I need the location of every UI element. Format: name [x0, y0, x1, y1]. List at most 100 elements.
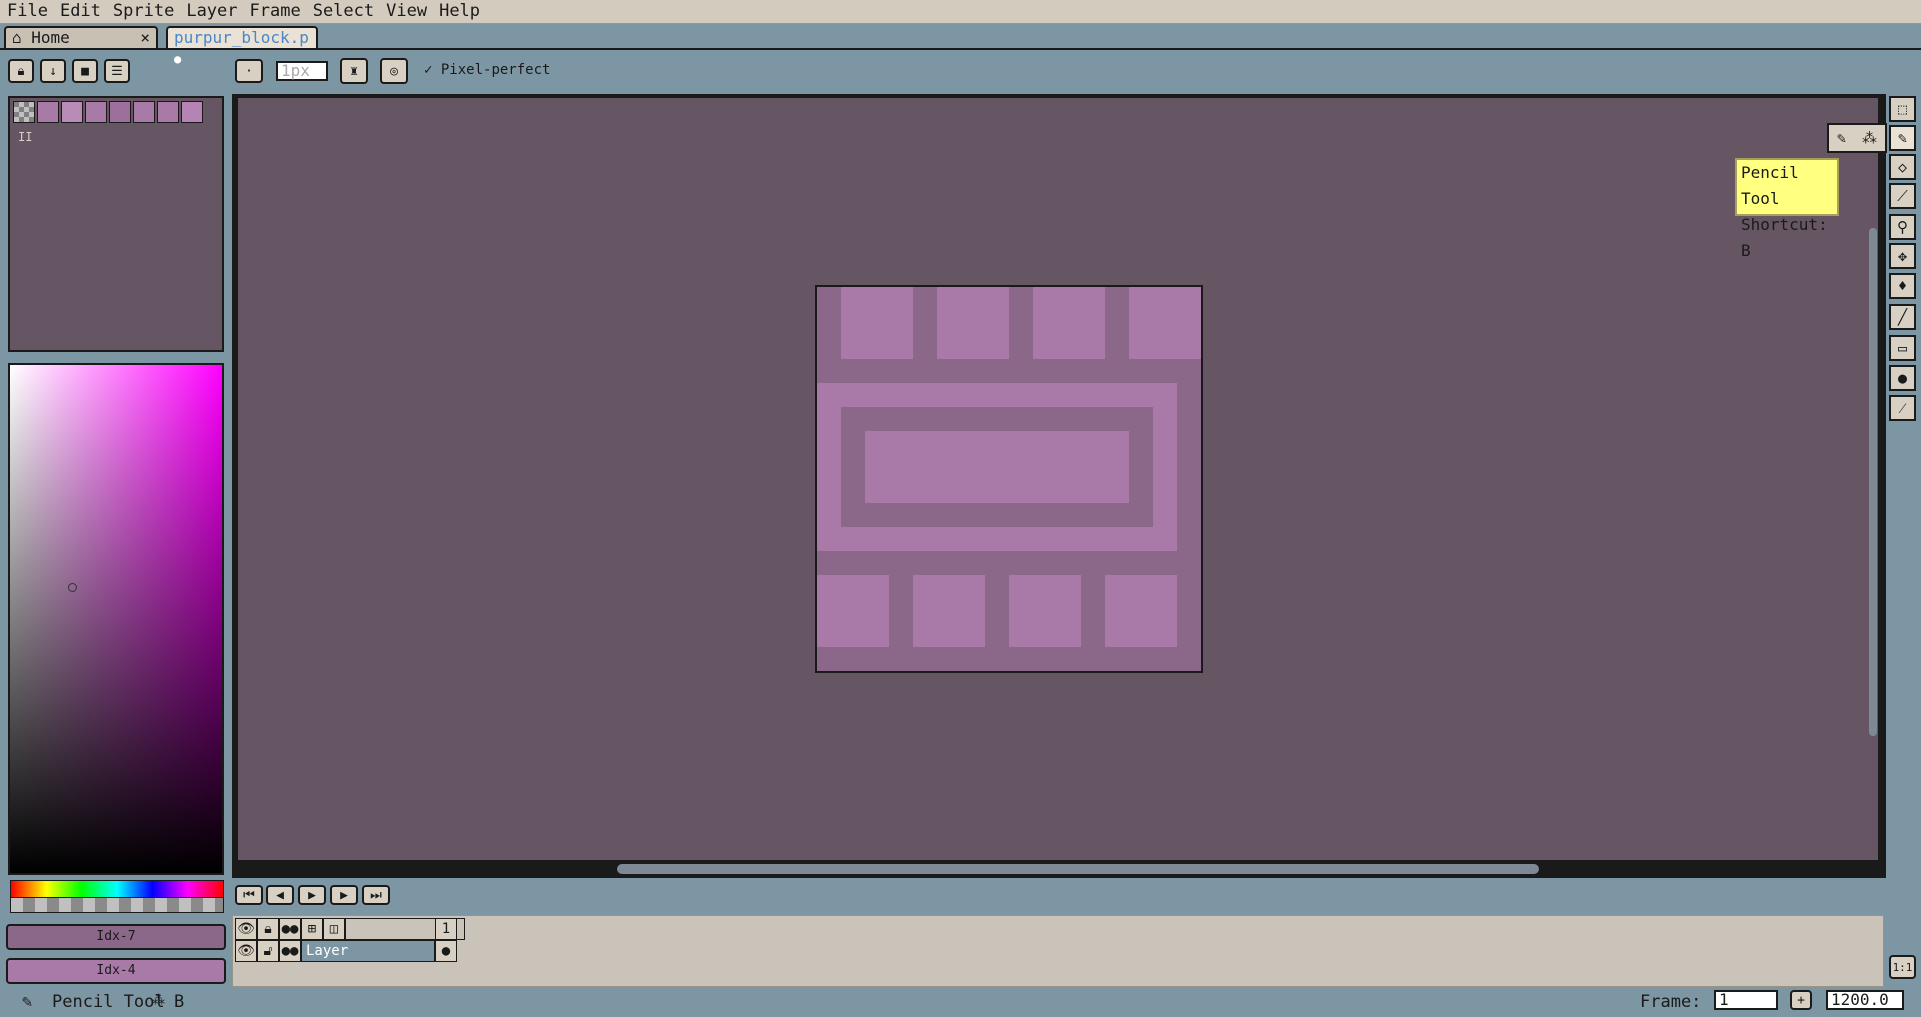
cel-icon[interactable]: ●: [435, 940, 457, 962]
menu-frame[interactable]: Frame: [244, 0, 307, 22]
menubar: File Edit Sprite Layer Frame Select View Help: [0, 0, 1921, 24]
close-icon[interactable]: ×: [140, 28, 150, 48]
palette-index-label: II: [18, 130, 33, 144]
sprite-tile: [817, 575, 889, 647]
continuous-icon[interactable]: ●●: [279, 918, 301, 940]
next-frame-icon[interactable]: ▶: [330, 885, 358, 905]
palette-swatch[interactable]: [85, 101, 107, 123]
shortcut-icon: ⁂: [152, 993, 165, 1008]
modified-dot-icon: ●: [174, 52, 182, 66]
eraser-icon[interactable]: ◇: [1889, 154, 1916, 180]
statusbar: ✎ Pencil Tool ⁂ B Frame: 1 + 1200.0: [0, 990, 1921, 1017]
menu-icon[interactable]: ☰: [104, 59, 130, 83]
pencil-icon[interactable]: ✎: [1889, 125, 1916, 151]
reset-zoom-button[interactable]: 1:1: [1889, 955, 1916, 979]
play-icon[interactable]: ▶: [298, 885, 326, 905]
palette-swatch[interactable]: [157, 101, 179, 123]
sprite-tile: [937, 287, 1009, 359]
spray-icon[interactable]: ⁄: [1889, 395, 1916, 421]
brush-type-icon[interactable]: ·: [235, 59, 263, 83]
pencil-icon[interactable]: ✎: [1837, 129, 1846, 147]
layer-tree-icon[interactable]: ⊞: [301, 918, 323, 940]
lock-icon[interactable]: 🔒︎: [8, 59, 34, 83]
tooltip: Pencil Tool Shortcut: B: [1735, 158, 1839, 260]
menu-edit[interactable]: Edit: [54, 0, 107, 22]
spray-lock-icon[interactable]: ⁂: [1862, 129, 1877, 147]
home-icon: ⌂: [12, 28, 22, 47]
sprite-tile: [841, 287, 913, 359]
rectangle-icon[interactable]: ▭: [1889, 335, 1916, 361]
saturation-value-picker[interactable]: [8, 363, 224, 875]
palette-swatch[interactable]: [181, 101, 203, 123]
tab-bar: ⌂ Home × purpur_block.p ●: [0, 24, 1921, 66]
palette-swatch[interactable]: [109, 101, 131, 123]
sprite-band-core: [865, 431, 1129, 503]
status-tool-label: Pencil Tool: [52, 992, 165, 1012]
tooltip-title: Pencil Tool: [1741, 163, 1799, 208]
blur-icon[interactable]: ●: [1889, 365, 1916, 391]
menu-file[interactable]: File: [0, 0, 54, 22]
vertical-scrollbar[interactable]: [1869, 228, 1877, 736]
pencil-icon: ✎: [22, 992, 33, 1012]
background-color-button[interactable]: Idx-4: [6, 958, 226, 984]
horizontal-scrollbar[interactable]: [617, 864, 1539, 874]
layer-name[interactable]: Layer: [301, 940, 435, 962]
sprite-tile: [913, 575, 985, 647]
sprite-tile: [1105, 575, 1177, 647]
add-frame-icon[interactable]: +: [1790, 990, 1812, 1010]
line-icon[interactable]: ╱: [1889, 304, 1916, 330]
last-frame-icon[interactable]: ⏭: [362, 885, 390, 905]
save-palette-icon[interactable]: ■: [72, 59, 98, 83]
layer-continuous-icon[interactable]: ●●: [279, 940, 301, 962]
tab-file-label: purpur_block.p: [174, 28, 309, 47]
palette-swatch[interactable]: [133, 101, 155, 123]
menu-select[interactable]: Select: [307, 0, 380, 22]
layer-options-icon[interactable]: ◫: [323, 918, 345, 940]
sort-icon[interactable]: ↓: [40, 59, 66, 83]
frame-input[interactable]: 1: [1714, 990, 1778, 1010]
dynamics-icon[interactable]: ◎: [380, 58, 408, 84]
tooltip-shortcut: Shortcut: B: [1741, 215, 1828, 260]
sprite-tile: [1129, 287, 1201, 359]
menu-layer[interactable]: Layer: [180, 0, 243, 22]
status-shortcut: B: [174, 992, 185, 1012]
sprite-canvas[interactable]: [815, 285, 1203, 673]
eye-icon[interactable]: 👁︎: [235, 918, 257, 940]
bucket-icon[interactable]: ♦: [1889, 273, 1916, 299]
move-icon[interactable]: ✥: [1889, 243, 1916, 269]
alpha-slider[interactable]: [10, 897, 224, 913]
pixel-perfect-checkbox[interactable]: ✓ Pixel-perfect: [424, 62, 550, 78]
ink-icon[interactable]: ♜: [340, 58, 368, 84]
padlock-icon[interactable]: 🔒︎: [257, 918, 279, 940]
brush-size-input[interactable]: 1px: [276, 61, 328, 81]
prev-frame-icon[interactable]: ◀: [266, 885, 294, 905]
menu-view[interactable]: View: [380, 0, 433, 22]
foreground-color-button[interactable]: Idx-7: [6, 924, 226, 950]
pixel-perfect-label: Pixel-perfect: [440, 62, 551, 78]
timeline: 👁︎ 🔒︎ ●● ⊞ ◫ 1 👁︎ 🔓︎ ●● Layer ●: [232, 915, 1884, 987]
hue-slider[interactable]: [10, 880, 224, 898]
tab-home-label: Home: [31, 28, 70, 47]
tab-file[interactable]: purpur_block.p ●: [166, 26, 318, 66]
menu-help[interactable]: Help: [433, 0, 486, 22]
sprite-tile: [1033, 287, 1105, 359]
palette-swatch-transparent[interactable]: [13, 101, 35, 123]
zoom-icon[interactable]: ⚲: [1889, 214, 1916, 240]
frame-number-header[interactable]: 1: [435, 918, 457, 940]
palette-swatch[interactable]: [37, 101, 59, 123]
eyedropper-icon[interactable]: ⟋: [1889, 183, 1916, 209]
palette-panel: II: [8, 96, 224, 352]
check-icon: ✓: [424, 62, 433, 78]
tool-group-popup: ✎ ⁂: [1827, 123, 1887, 153]
layer-eye-icon[interactable]: 👁︎: [235, 940, 257, 962]
tab-home[interactable]: ⌂ Home ×: [4, 26, 158, 48]
marquee-icon[interactable]: ⬚: [1889, 96, 1916, 122]
layer-lock-icon[interactable]: 🔓︎: [257, 940, 279, 962]
palette-swatch[interactable]: [61, 101, 83, 123]
picker-cursor: [68, 583, 77, 592]
frame-label: Frame:: [1640, 992, 1702, 1012]
first-frame-icon[interactable]: ⏮: [235, 885, 263, 905]
sprite-tile: [1009, 575, 1081, 647]
zoom-input[interactable]: 1200.0: [1826, 990, 1904, 1010]
menu-sprite[interactable]: Sprite: [107, 0, 180, 22]
